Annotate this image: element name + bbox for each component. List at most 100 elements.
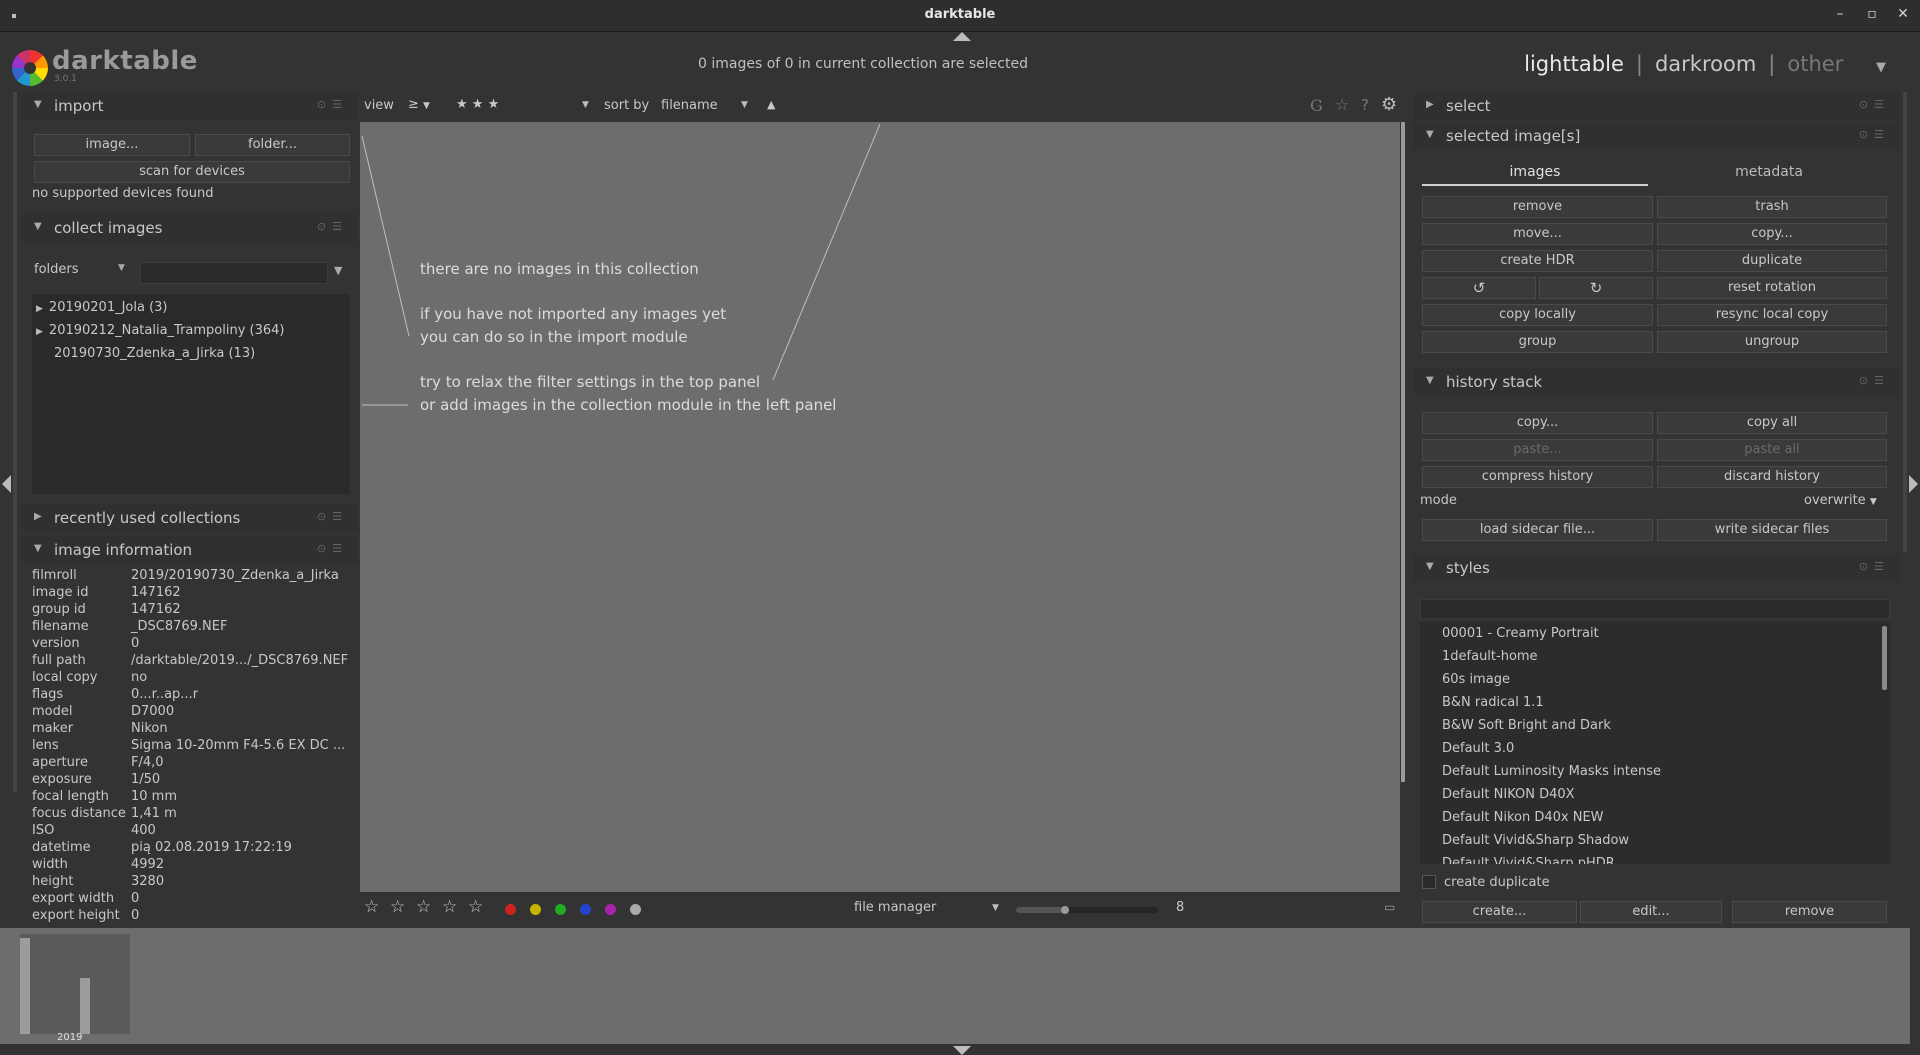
load-sidecar-button[interactable]: load sidecar file... (1422, 519, 1653, 541)
create-duplicate-checkbox[interactable] (1422, 875, 1436, 889)
style-remove-button[interactable]: remove (1732, 901, 1887, 923)
close-button[interactable]: ✕ (1893, 6, 1913, 22)
timeline[interactable] (0, 928, 1910, 1044)
collapse-left-panel-icon[interactable] (2, 475, 11, 493)
star-4-icon[interactable]: ☆ (442, 897, 457, 917)
module-presets-icon[interactable]: ⊙☰ (1859, 374, 1890, 387)
compress-history-button[interactable]: compress history (1422, 466, 1653, 488)
gear-icon[interactable]: ⚙ (1381, 94, 1397, 115)
styles-search-input[interactable] (1420, 599, 1890, 619)
module-presets-icon[interactable]: ⊙☰ (317, 98, 348, 111)
collect-search-input[interactable] (140, 262, 328, 284)
collapse-bottom-panel-icon[interactable] (953, 1046, 971, 1055)
display-profile-icon[interactable]: ▭ (1384, 900, 1395, 914)
style-item[interactable]: Default 3.0 (1442, 741, 1514, 756)
create-hdr-button[interactable]: create HDR (1422, 250, 1653, 272)
discard-history-button[interactable]: discard history (1657, 466, 1887, 488)
module-presets-icon[interactable]: ⊙☰ (1859, 128, 1890, 141)
green-label-icon[interactable] (555, 904, 566, 915)
folder-item[interactable]: ▶ 20190201_Jola (3) (36, 300, 168, 315)
chevron-down-icon[interactable]: ▼ (741, 100, 748, 110)
scan-devices-button[interactable]: scan for devices (34, 161, 350, 183)
module-presets-icon[interactable]: ⊙☰ (1859, 98, 1890, 111)
right-scrollbar[interactable] (1903, 92, 1907, 552)
style-item[interactable]: B&N radical 1.1 (1442, 695, 1544, 710)
copy-button[interactable]: copy... (1657, 223, 1887, 245)
help-icon[interactable]: ? (1361, 96, 1369, 114)
import-image-button[interactable]: image... (34, 134, 190, 156)
reset-rotation-button[interactable]: reset rotation (1657, 277, 1887, 299)
yellow-label-icon[interactable] (530, 904, 541, 915)
module-presets-icon[interactable]: ⊙☰ (317, 510, 348, 523)
ungroup-button[interactable]: ungroup (1657, 331, 1887, 353)
tab-metadata[interactable]: metadata (1656, 164, 1882, 180)
collapse-right-panel-icon[interactable] (1909, 475, 1918, 493)
expand-triangle-icon[interactable]: ▶ (36, 304, 43, 314)
expand-triangle-icon[interactable]: ▶ (36, 327, 43, 337)
layout-combo[interactable]: file manager (854, 900, 936, 915)
import-folder-button[interactable]: folder... (195, 134, 350, 156)
collect-property-combo[interactable]: folders ▼ (34, 262, 154, 286)
module-presets-icon[interactable]: ⊙☰ (317, 542, 348, 555)
selected-images-header[interactable]: ▼ selected image[s] ⊙☰ (1414, 122, 1900, 150)
rotate-ccw-button[interactable]: ↺ (1422, 277, 1536, 299)
style-item[interactable]: Default Vivid&Sharp Shadow (1442, 833, 1629, 848)
zoom-slider-handle[interactable] (1061, 906, 1069, 914)
star-overlay-icon[interactable]: ☆ (1335, 95, 1349, 114)
import-module-header[interactable]: ▼ import ⊙☰ (22, 92, 358, 120)
style-item[interactable]: 00001 - Creamy Portrait (1442, 626, 1599, 641)
image-info-header[interactable]: ▼ image information ⊙☰ (22, 536, 358, 564)
history-stack-header[interactable]: ▼ history stack ⊙☰ (1414, 368, 1900, 396)
tab-images[interactable]: images (1422, 164, 1648, 186)
style-create-button[interactable]: create... (1422, 901, 1577, 923)
history-paste-button[interactable]: paste... (1422, 439, 1653, 461)
style-item[interactable]: Default NIKON D40X (1442, 787, 1575, 802)
recent-collections-header[interactable]: ▶ recently used collections ⊙☰ (22, 504, 358, 532)
star-1-icon[interactable]: ☆ (364, 897, 379, 917)
style-item[interactable]: 1default-home (1442, 649, 1538, 664)
style-item[interactable]: Default Nikon D40x NEW (1442, 810, 1604, 825)
grouping-icon[interactable]: G (1310, 96, 1323, 115)
write-sidecar-button[interactable]: write sidecar files (1657, 519, 1887, 541)
style-item[interactable]: Default Luminosity Masks intense (1442, 764, 1661, 779)
chevron-down-icon[interactable]: ▼ (582, 100, 589, 110)
folder-item[interactable]: 20190730_Zdenka_a_Jirka (13) (54, 346, 255, 361)
view-darkroom[interactable]: darkroom (1655, 52, 1756, 76)
select-module-header[interactable]: ▶ select ⊙☰ (1414, 92, 1900, 120)
sort-direction-icon[interactable]: ▲ (767, 98, 775, 111)
star-3-icon[interactable]: ☆ (416, 897, 431, 917)
blue-label-icon[interactable] (580, 904, 591, 915)
folder-item[interactable]: ▶ 20190212_Natalia_Trampoliny (364) (36, 323, 285, 338)
red-label-icon[interactable] (505, 904, 516, 915)
views-dropdown-icon[interactable]: ▼ (1876, 60, 1886, 75)
collect-filter-icon[interactable]: ▼ (334, 264, 342, 277)
history-paste-all-button[interactable]: paste all (1657, 439, 1887, 461)
style-edit-button[interactable]: edit... (1580, 901, 1722, 923)
history-copy-button[interactable]: copy... (1422, 412, 1653, 434)
copy-locally-button[interactable]: copy locally (1422, 304, 1653, 326)
lighttable-canvas[interactable]: there are no images in this collection i… (360, 122, 1400, 892)
module-presets-icon[interactable]: ⊙☰ (1859, 560, 1890, 573)
module-presets-icon[interactable]: ⊙☰ (317, 220, 348, 233)
remove-button[interactable]: remove (1422, 196, 1653, 218)
move-button[interactable]: move... (1422, 223, 1653, 245)
star-5-icon[interactable]: ☆ (468, 897, 483, 917)
collect-module-header[interactable]: ▼ collect images ⊙☰ (22, 214, 358, 242)
zoom-slider[interactable] (1016, 906, 1158, 914)
style-item[interactable]: Default Vivid&Sharp pHDR (1442, 856, 1615, 864)
minimize-button[interactable]: – (1830, 6, 1850, 22)
gray-label-icon[interactable] (630, 904, 641, 915)
group-button[interactable]: group (1422, 331, 1653, 353)
styles-scrollbar[interactable] (1882, 626, 1887, 690)
rating-filter-combo[interactable]: ★ ★ ★ (456, 97, 499, 112)
styles-header[interactable]: ▼ styles ⊙☰ (1414, 554, 1900, 582)
view-lighttable[interactable]: lighttable (1524, 52, 1624, 76)
star-2-icon[interactable]: ☆ (390, 897, 405, 917)
mode-combo[interactable]: overwrite ▼ (1804, 493, 1877, 508)
resync-local-copy-button[interactable]: resync local copy (1657, 304, 1887, 326)
timeline-year-block[interactable] (20, 934, 130, 1034)
trash-button[interactable]: trash (1657, 196, 1887, 218)
sort-combo[interactable]: filename (661, 98, 718, 113)
style-item[interactable]: 60s image (1442, 672, 1510, 687)
view-other[interactable]: other (1787, 52, 1843, 76)
